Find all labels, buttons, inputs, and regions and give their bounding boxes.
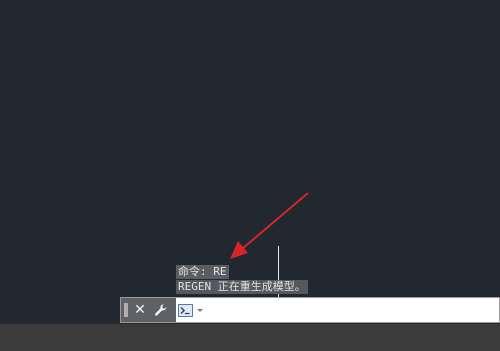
wrench-icon[interactable]	[152, 301, 170, 319]
command-input[interactable]	[207, 300, 499, 320]
chevron-down-icon	[197, 308, 203, 312]
status-bar	[0, 323, 500, 351]
drag-grip-icon[interactable]	[124, 303, 128, 317]
command-line-bar: ✕	[120, 297, 500, 323]
command-prompt-button[interactable]	[178, 301, 204, 319]
drawing-canvas[interactable]	[0, 0, 500, 323]
close-icon[interactable]: ✕	[131, 301, 149, 319]
command-line-tools: ✕	[121, 298, 176, 322]
command-prompt-icon	[178, 303, 193, 317]
command-history-line: REGEN 正在重生成模型。	[176, 280, 308, 294]
command-history-line: 命令: RE	[176, 265, 229, 279]
